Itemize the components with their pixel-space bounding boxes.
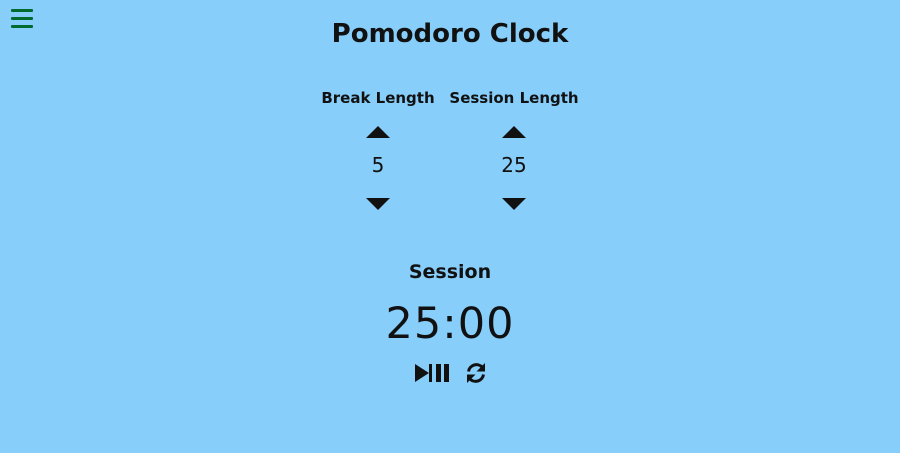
session-length-label: Session Length [449,89,579,107]
timer-controls [413,361,493,387]
session-length-control: Session Length 25 [444,88,584,210]
hamburger-menu-icon [11,9,33,12]
session-increment-arrow-up-icon[interactable] [502,126,526,138]
break-increment-arrow-up-icon[interactable] [366,126,390,138]
timer-display: 25:00 [385,299,515,349]
page-title: Pomodoro Clock [331,19,569,49]
break-decrement-arrow-down-icon[interactable] [366,198,390,210]
break-length-control: Break Length 5 [308,88,448,210]
session-decrement-arrow-down-icon[interactable] [502,198,526,210]
play-pause-icon [415,364,449,382]
refresh-icon [467,363,485,383]
session-length-value: 25 [501,153,527,177]
play-pause-button[interactable] [413,361,451,385]
timer-label: Session [408,261,492,283]
break-length-label: Break Length [321,89,435,107]
reset-button[interactable] [464,361,488,385]
break-length-value: 5 [371,153,385,177]
